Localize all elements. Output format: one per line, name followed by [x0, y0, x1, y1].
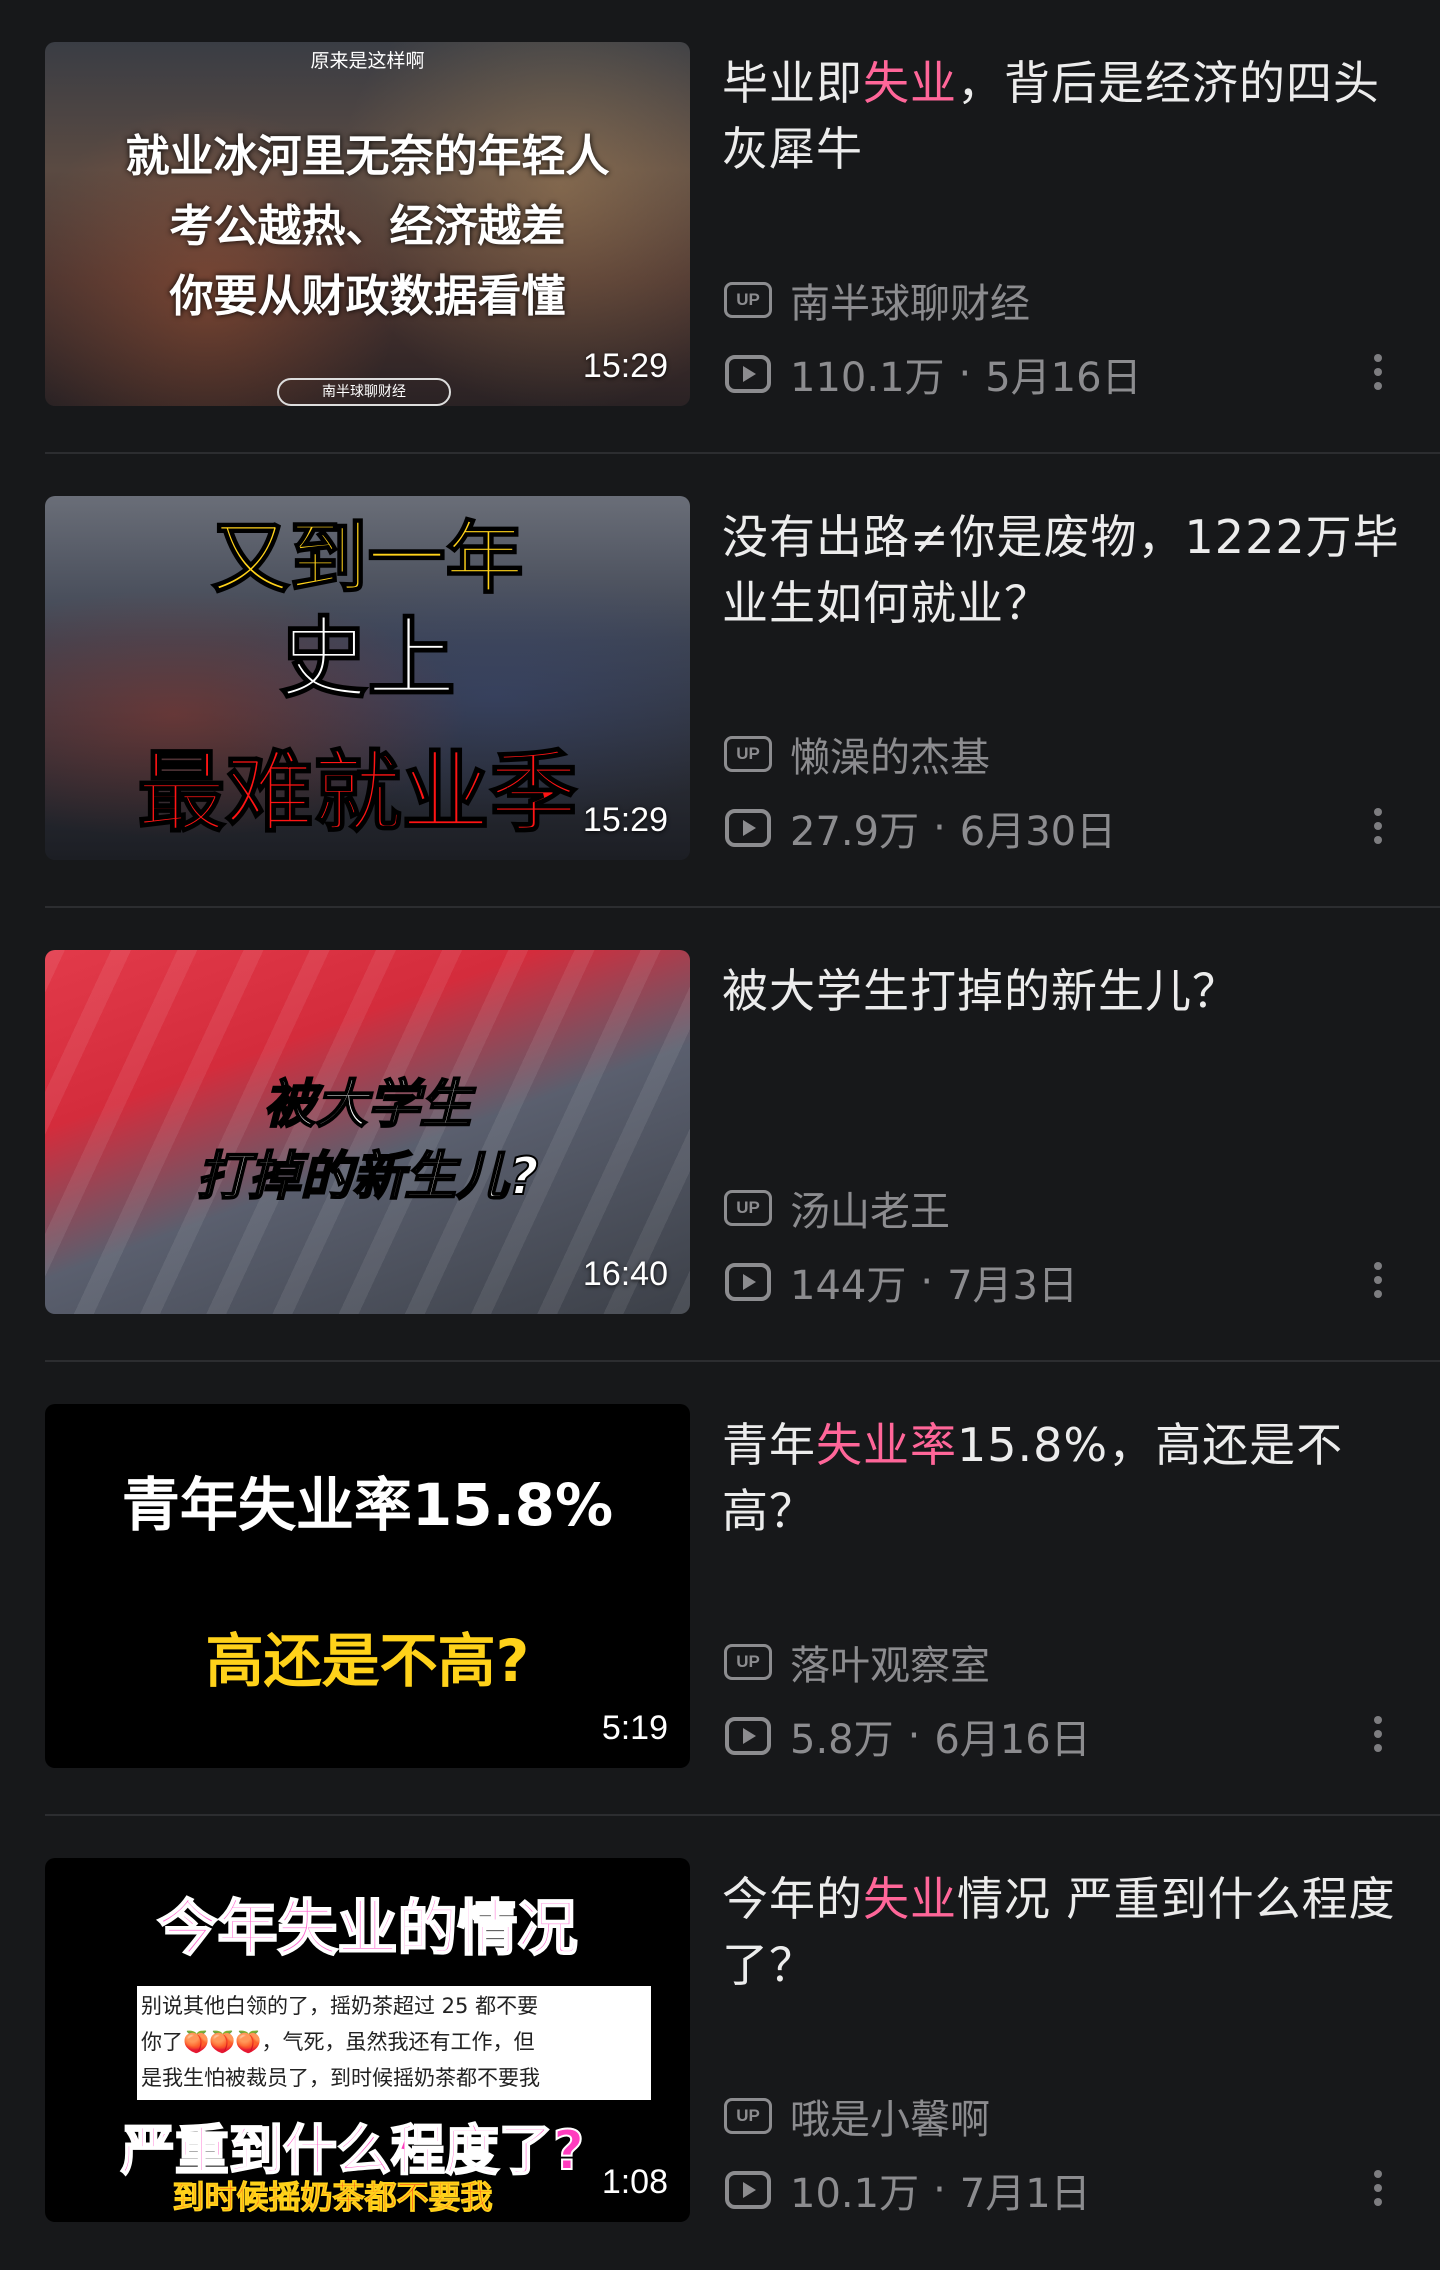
video-title[interactable]: 毕业即失业，背后是经济的四头灰犀牛 — [722, 50, 1402, 182]
view-count: 5.8万 — [790, 1717, 894, 1763]
thumbnail-headline: 被大学生 — [262, 1074, 472, 1136]
more-options-icon[interactable] — [1364, 804, 1392, 856]
video-thumbnail[interactable]: 今年失业的情况 别说其他白领的了，摇奶茶超过 25 都不要 你了🍑🍑🍑，气死，虽… — [45, 1858, 690, 2222]
thumbnail-headline: 今年失业的情况 — [157, 1893, 579, 1965]
up-badge-icon: UP — [724, 282, 772, 318]
video-thumbnail[interactable]: 青年失业率15.8% 高还是不高? 5:19 — [45, 1404, 690, 1768]
uploader-name: 南半球聊财经 — [790, 281, 1030, 327]
publish-date: 6月16日 — [934, 1717, 1091, 1763]
play-count-icon — [725, 2171, 771, 2209]
more-options-icon[interactable] — [1364, 2166, 1392, 2218]
video-thumbnail[interactable]: 原来是这样啊 就业冰河里无奈的年轻人 考公越热、经济越差 你要从财政数据看懂 南… — [45, 42, 690, 406]
up-badge-icon: UP — [724, 736, 772, 772]
publish-date: 7月1日 — [959, 2171, 1091, 2217]
video-duration: 16:40 — [582, 1255, 668, 1293]
video-title[interactable]: 没有出路≠你是废物，1222万毕业生如何就业？ — [722, 504, 1402, 636]
thumbnail-headline: 考公越热、经济越差 — [169, 201, 566, 252]
uploader-name: 落叶观察室 — [790, 1643, 990, 1689]
thumbnail-quote-line: 你了🍑🍑🍑，气死，虽然我还有工作，但 — [141, 2030, 535, 2054]
play-count-icon — [725, 809, 771, 847]
publish-date: 5月16日 — [985, 355, 1142, 401]
thumbnail-caption: 原来是这样啊 — [310, 50, 425, 72]
view-count: 27.9万 — [790, 809, 920, 855]
publish-date: 7月3日 — [947, 1263, 1078, 1309]
thumbnail-quote-line: 别说其他白领的了，摇奶茶超过 25 都不要 — [141, 1994, 539, 2018]
video-title[interactable]: 青年失业率15.8%，高还是不高？ — [722, 1412, 1402, 1544]
video-title[interactable]: 今年的失业情况 严重到什么程度了？ — [722, 1866, 1402, 1998]
thumbnail-headline: 高还是不高? — [205, 1627, 530, 1695]
uploader-link[interactable]: UP 懒澡的杰基 — [724, 726, 990, 782]
video-title[interactable]: 被大学生打掉的新生儿？ — [722, 958, 1402, 1024]
play-count-icon — [725, 355, 771, 393]
video-stats: 27.9万 · 6月30日 — [724, 800, 1116, 856]
uploader-name: 懒澡的杰基 — [790, 735, 990, 781]
video-duration: 15:29 — [582, 801, 668, 839]
video-item[interactable]: 青年失业率15.8% 高还是不高? 5:19 青年失业率15.8%，高还是不高？… — [0, 1362, 1440, 1816]
separator: · — [958, 351, 972, 397]
uploader-link[interactable]: UP 哦是小馨啊 — [724, 2088, 990, 2144]
video-item[interactable]: 被大学生 打掉的新生儿? 16:40 被大学生打掉的新生儿？ UP 汤山老王 1… — [0, 908, 1440, 1362]
separator: · — [907, 1713, 921, 1759]
video-stats: 110.1万 · 5月16日 — [724, 346, 1142, 402]
thumbnail-channel-tag: 南半球聊财经 — [277, 378, 451, 406]
video-duration: 15:29 — [582, 347, 668, 385]
more-options-icon[interactable] — [1364, 1712, 1392, 1764]
more-options-icon[interactable] — [1364, 350, 1392, 402]
video-thumbnail[interactable]: 又到一年 史上 最难就业季 15:29 — [45, 496, 690, 860]
thumbnail-subline: 到时候摇奶茶都不要我 — [172, 2178, 493, 2217]
video-duration: 1:08 — [601, 2163, 668, 2201]
thumbnail-headline: 你要从财政数据看懂 — [169, 271, 566, 322]
video-stats: 5.8万 · 6月16日 — [724, 1708, 1091, 1764]
video-stats: 10.1万 · 7月1日 — [724, 2162, 1091, 2218]
search-highlight: 失业率 — [816, 1418, 957, 1472]
thumbnail-headline: 史上 — [278, 606, 456, 711]
separator: · — [920, 1259, 934, 1305]
thumbnail-headline: 就业冰河里无奈的年轻人 — [125, 131, 610, 182]
more-options-icon[interactable] — [1364, 1258, 1392, 1310]
up-badge-icon: UP — [724, 1644, 772, 1680]
separator: · — [933, 805, 946, 851]
video-item[interactable]: 今年失业的情况 别说其他白领的了，摇奶茶超过 25 都不要 你了🍑🍑🍑，气死，虽… — [0, 1816, 1440, 2270]
view-count: 110.1万 — [790, 355, 945, 401]
uploader-name: 汤山老王 — [790, 1189, 950, 1235]
view-count: 144万 — [790, 1263, 907, 1309]
uploader-name: 哦是小馨啊 — [790, 2097, 990, 2143]
uploader-link[interactable]: UP 汤山老王 — [724, 1180, 950, 1236]
search-highlight: 失业 — [863, 56, 957, 110]
up-badge-icon: UP — [724, 2098, 772, 2134]
thumbnail-quote-line: 是我生怕被裁员了，到时候摇奶茶都不要我 — [141, 2066, 540, 2090]
play-count-icon — [725, 1717, 771, 1755]
video-item[interactable]: 又到一年 史上 最难就业季 15:29 没有出路≠你是废物，1222万毕业生如何… — [0, 454, 1440, 908]
video-duration: 5:19 — [601, 1709, 668, 1747]
uploader-link[interactable]: UP 落叶观察室 — [724, 1634, 990, 1690]
video-list: 原来是这样啊 就业冰河里无奈的年轻人 考公越热、经济越差 你要从财政数据看懂 南… — [0, 0, 1440, 2243]
thumbnail-headline: 青年失业率15.8% — [121, 1471, 614, 1539]
view-count: 10.1万 — [790, 2171, 920, 2217]
uploader-link[interactable]: UP 南半球聊财经 — [724, 272, 1030, 328]
play-count-icon — [725, 1263, 771, 1301]
separator: · — [933, 2167, 946, 2213]
publish-date: 6月30日 — [959, 809, 1117, 855]
video-thumbnail[interactable]: 被大学生 打掉的新生儿? 16:40 — [45, 950, 690, 1314]
up-badge-icon: UP — [724, 1190, 772, 1226]
video-stats: 144万 · 7月3日 — [724, 1254, 1078, 1310]
search-highlight: 失业 — [863, 1872, 957, 1926]
video-item[interactable]: 原来是这样啊 就业冰河里无奈的年轻人 考公越热、经济越差 你要从财政数据看懂 南… — [0, 0, 1440, 454]
thumbnail-headline: 打掉的新生儿? — [195, 1146, 539, 1208]
